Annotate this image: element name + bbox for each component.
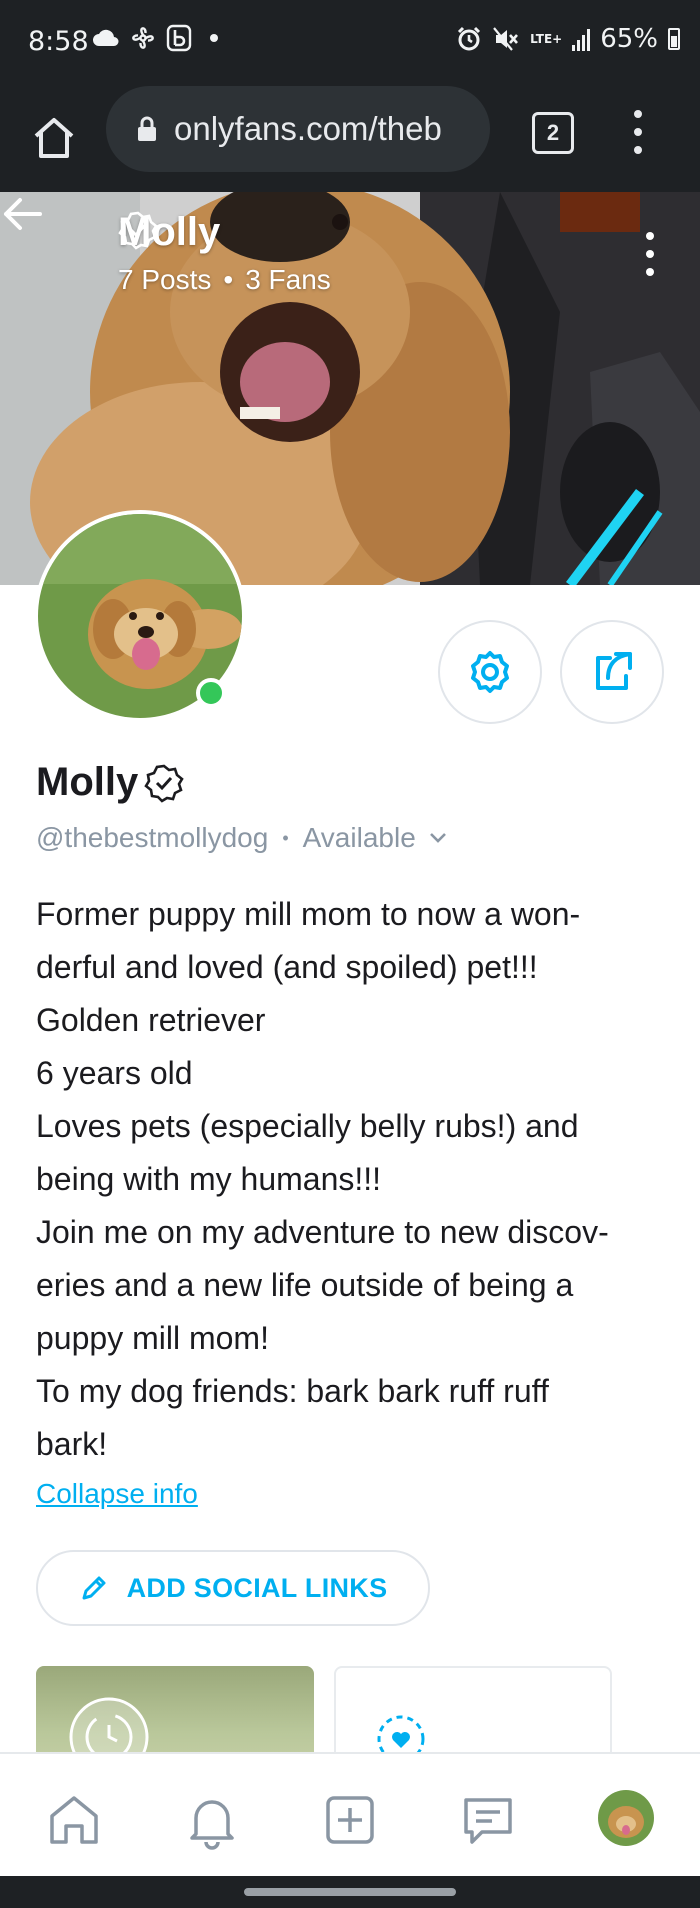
bio-line: Join me on my adventure to new discov- <box>36 1214 609 1250</box>
stats-separator: • <box>223 264 234 295</box>
bio-line: Loves pets (especially belly rubs!) and <box>36 1108 579 1144</box>
address-bar[interactable]: onlyfans.com/theb <box>106 86 490 172</box>
status-left-icons <box>92 24 222 52</box>
dot-icon <box>210 34 218 42</box>
bio-line: being with my humans!!! <box>36 1161 382 1197</box>
add-social-links-label: ADD SOCIAL LINKS <box>126 1572 388 1603</box>
handle-separator: • <box>282 827 289 848</box>
alarm-icon <box>458 26 481 51</box>
network-type: LTE+ <box>530 32 563 46</box>
browser-menu-button[interactable] <box>630 110 646 154</box>
pencil-icon <box>82 1576 106 1600</box>
cover-stats: 7 Posts • 3 Fans <box>118 264 331 296</box>
collapse-info-link[interactable]: Collapse info <box>36 1478 198 1510</box>
lock-icon <box>138 116 156 141</box>
settings-button[interactable] <box>438 620 542 724</box>
profile-bio: Former puppy mill mom to now a won- derf… <box>36 888 676 1471</box>
fan-icon <box>132 27 154 49</box>
availability-label: Available <box>302 822 416 853</box>
verified-badge-icon <box>118 211 158 250</box>
bio-line: Former puppy mill mom to now a won- <box>36 896 581 932</box>
avatar-thumbnail <box>598 1790 654 1846</box>
cover-title: Molly <box>118 210 220 255</box>
bottom-navigation <box>0 1752 700 1876</box>
status-time: 8:58 <box>28 26 89 57</box>
bio-line: bark! <box>36 1426 108 1462</box>
bio-line: To my dog friends: bark bark ruff ruff <box>36 1373 549 1409</box>
share-button[interactable] <box>560 620 664 724</box>
status-bar: 8:58 LTE+ 65% <box>0 0 700 86</box>
mute-icon <box>493 27 519 51</box>
back-arrow-icon[interactable] <box>0 192 44 236</box>
signal-icon <box>572 27 591 51</box>
url-text: onlyfans.com/theb <box>174 110 442 147</box>
profile-avatar[interactable] <box>598 1790 654 1846</box>
share-icon <box>596 652 632 690</box>
profile-handle: @thebestmollydog <box>36 822 269 853</box>
system-gesture-bar <box>0 1876 700 1908</box>
home-icon[interactable] <box>30 114 78 162</box>
battery-percent: 65% <box>600 24 658 54</box>
add-social-links-button[interactable]: ADD SOCIAL LINKS <box>36 1550 430 1626</box>
verified-badge-icon <box>144 764 184 803</box>
online-status-dot <box>196 678 226 708</box>
bio-line: Golden retriever <box>36 1002 266 1038</box>
add-post-icon[interactable] <box>320 1790 380 1850</box>
tab-switcher-button[interactable]: 2 <box>532 112 574 154</box>
home-gesture-handle[interactable] <box>244 1888 456 1896</box>
bio-line: puppy mill mom! <box>36 1320 269 1356</box>
bell-icon[interactable] <box>182 1790 242 1850</box>
cloud-icon <box>93 29 119 46</box>
handle-row: @thebestmollydog • Available <box>36 822 448 854</box>
browser-toolbar: onlyfans.com/theb 2 <box>0 86 700 192</box>
bio-line: 6 years old <box>36 1055 193 1091</box>
bio-line: derful and loved (and spoiled) pet!!! <box>36 949 538 985</box>
posts-count: 7 Posts <box>118 264 212 295</box>
fans-count: 3 Fans <box>245 264 331 295</box>
profile-name: Molly <box>36 760 139 804</box>
bio-line: eries and a new life outside of being a <box>36 1267 574 1303</box>
battery-icon <box>668 28 680 50</box>
gear-icon <box>471 651 509 693</box>
chevron-down-icon <box>429 833 446 843</box>
messages-icon[interactable] <box>458 1790 518 1850</box>
bluetooth-b-icon <box>166 24 192 52</box>
home-icon[interactable] <box>44 1790 104 1850</box>
status-right-icons: LTE+ 65% <box>456 24 680 54</box>
profile-more-button[interactable] <box>644 232 656 276</box>
profile-title: Molly <box>36 760 184 805</box>
availability-dropdown[interactable]: Available <box>303 822 448 854</box>
